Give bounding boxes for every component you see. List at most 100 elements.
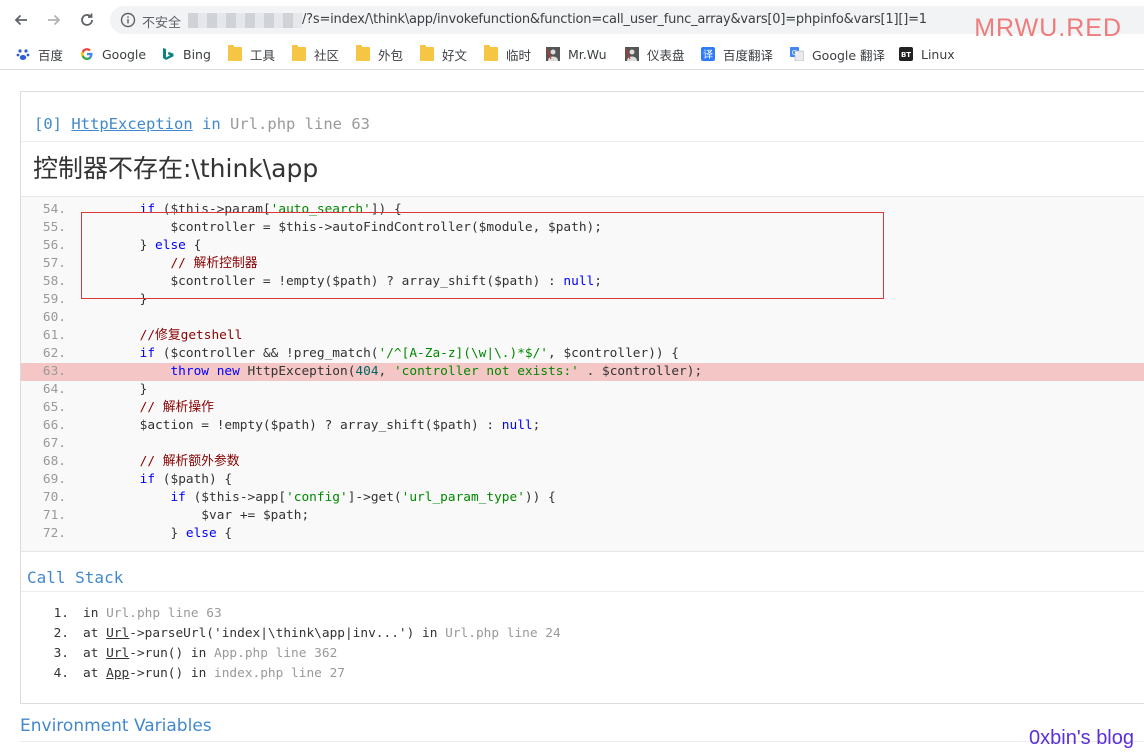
folder-icon — [228, 45, 242, 61]
stack-number: 3. — [53, 646, 69, 661]
svg-text:BT: BT — [901, 51, 911, 59]
bt-icon: BT — [899, 47, 913, 61]
bookmark-folder-tools[interactable]: 工具 — [228, 45, 275, 63]
folder-icon — [484, 45, 498, 61]
exception-class-link[interactable]: HttpException — [71, 115, 192, 133]
url-path[interactable]: /?s=index/\think\app/invokefunction&func… — [302, 12, 927, 27]
line-number: 67. — [42, 436, 66, 451]
bookmark-label: 工具 — [250, 47, 276, 63]
bookmark-bing[interactable]: Bing — [161, 45, 211, 63]
bookmark-folder-outsourcing[interactable]: 外包 — [356, 45, 403, 63]
reload-button[interactable] — [76, 9, 98, 31]
divider — [21, 591, 1144, 592]
line-number: 63. — [42, 364, 66, 379]
baidu-icon — [16, 49, 30, 60]
watermark-logo: MRWU.RED — [974, 14, 1122, 42]
code-text: throw new HttpException(404, 'controller… — [170, 364, 703, 379]
bookmark-google[interactable]: Google — [80, 45, 146, 63]
code-text: // 解析操作 — [139, 400, 214, 415]
avatar-icon — [625, 47, 639, 61]
code-line: 66. $action = !empty($path) ? array_shif… — [21, 417, 1144, 435]
line-number: 65. — [42, 400, 66, 415]
code-line-highlighted: 63. throw new HttpException(404, 'contro… — [21, 363, 1144, 381]
bookmarks-bar: 百度 Google Bing 工具 社区 外包 好文 临时 Mr.Wu 仪表盘 … — [0, 40, 1144, 70]
code-line: 61. //修复getshell — [21, 327, 1144, 345]
environment-variables-title: Environment Variables — [20, 716, 212, 736]
svg-text:G: G — [792, 49, 797, 57]
line-number: 71. — [42, 508, 66, 523]
exception-location: Url.php line 63 — [230, 115, 371, 133]
line-number: 62. — [42, 346, 66, 361]
code-text: } — [78, 382, 148, 397]
code-text: } else { — [78, 526, 233, 541]
bookmark-label: Google 翻译 — [812, 47, 886, 63]
bookmark-folder-articles[interactable]: 好文 — [420, 45, 467, 63]
bookmark-folder-community[interactable]: 社区 — [292, 45, 339, 63]
line-number: 60. — [42, 310, 66, 325]
code-text: $action = !empty($path) ? array_shift($p… — [139, 418, 541, 433]
browser-toolbar: 不安全 /?s=index/\think\app/invokefunction&… — [0, 0, 1144, 42]
line-number: 64. — [42, 382, 66, 397]
code-line: 67. — [21, 435, 1144, 453]
bookmark-label: Bing — [183, 46, 211, 62]
line-number: 66. — [42, 418, 66, 433]
line-number: 56. — [42, 238, 66, 253]
code-text: if ($path) { — [139, 472, 233, 487]
exception-header: [0] HttpException in Url.php line 63 — [34, 115, 370, 133]
code-text: //修复getshell — [139, 328, 243, 343]
line-number: 70. — [42, 490, 66, 505]
call-stack-item: 4. at App->run() in index.php line 27 — [21, 664, 1144, 684]
exception-message: 控制器不存在:\think\app — [33, 154, 319, 183]
line-number: 68. — [42, 454, 66, 469]
stack-text: at App->run() in index.php line 27 — [83, 666, 345, 681]
line-number: 58. — [42, 274, 66, 289]
line-number: 55. — [42, 220, 66, 235]
folder-icon — [356, 45, 370, 61]
code-line: 64. } — [21, 381, 1144, 399]
line-number: 54. — [42, 202, 66, 217]
code-line: 65. // 解析操作 — [21, 399, 1144, 417]
forward-button[interactable] — [43, 9, 65, 31]
exception-in: in — [202, 115, 221, 133]
arrow-right-icon — [48, 14, 61, 26]
bookmark-folder-temp[interactable]: 临时 — [484, 45, 531, 63]
exception-panel: [0] HttpException in Url.php line 63 控制器… — [20, 91, 1144, 704]
divider — [21, 141, 1144, 142]
call-stack-title: Call Stack — [27, 568, 124, 587]
bookmark-label: 百度翻译 — [723, 47, 774, 63]
info-icon[interactable] — [120, 12, 136, 28]
stack-text: at Url->run() in App.php line 362 — [83, 646, 338, 661]
code-line: 71. $var += $path; — [21, 507, 1144, 525]
bookmark-label: 好文 — [442, 47, 468, 63]
folder-icon — [292, 45, 306, 61]
bookmark-label: 仪表盘 — [647, 47, 685, 63]
bing-icon — [163, 48, 174, 60]
svg-text:译: 译 — [703, 49, 713, 61]
divider — [20, 741, 1144, 742]
stack-number: 1. — [53, 606, 69, 621]
stack-text: at Url->parseUrl('index|\think\app|inv..… — [83, 626, 561, 641]
code-line: 68. // 解析额外参数 — [21, 453, 1144, 471]
bookmark-linux[interactable]: BT Linux — [899, 45, 955, 63]
stack-number: 2. — [53, 626, 69, 641]
bookmark-mrwu[interactable]: Mr.Wu — [546, 45, 607, 63]
bookmark-baidu[interactable]: 百度 — [16, 45, 63, 63]
bookmark-dashboard[interactable]: 仪表盘 — [625, 45, 685, 63]
bookmark-google-translate[interactable]: G Google 翻译 — [790, 45, 885, 63]
back-button[interactable] — [10, 9, 32, 31]
bookmark-label: 临时 — [506, 47, 532, 63]
code-text: $var += $path; — [201, 508, 310, 523]
blog-watermark: 0xbin's blog — [1029, 727, 1134, 749]
url-host-redacted — [188, 13, 302, 28]
call-stack-item: 1. in Url.php line 63 — [21, 604, 1144, 624]
code-text: if ($this->app['config']->get('url_param… — [170, 490, 556, 505]
insecure-label: 不安全 — [142, 16, 182, 31]
reload-icon — [81, 13, 93, 26]
bookmark-baidu-translate[interactable]: 译 百度翻译 — [701, 45, 773, 63]
code-text: if ($controller && !preg_match('/^[A-Za-… — [139, 346, 680, 361]
stack-number: 4. — [53, 666, 69, 681]
google-icon — [81, 48, 93, 61]
arrow-left-icon — [14, 14, 27, 26]
stack-text: in Url.php line 63 — [83, 606, 222, 621]
line-number: 69. — [42, 472, 66, 487]
